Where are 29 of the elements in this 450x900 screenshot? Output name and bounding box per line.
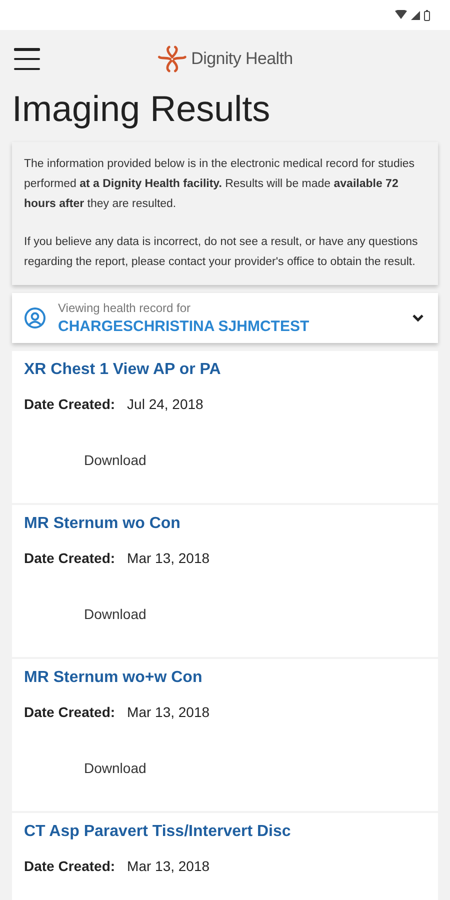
notice-paragraph: If you believe any data is incorrect, do not see a result, or have any questions regarding the report, please contact your provider's office to obtain the result. — [24, 235, 419, 270]
result-name[interactable]: MR Sternum wo+w Con — [24, 669, 426, 687]
date-value: Mar 13, 2018 — [127, 704, 210, 720]
date-value: Mar 13, 2018 — [127, 550, 210, 566]
result-name[interactable]: CT Asp Paravert Tiss/Intervert Disc — [24, 823, 426, 841]
page-title: Imaging Results — [12, 88, 272, 130]
record-selector[interactable]: Viewing health record for CHARGESCHRISTINA SJHMCTEST — [12, 293, 438, 343]
chevron-down-icon — [412, 314, 424, 322]
result-name[interactable]: MR Sternum wo Con — [24, 515, 426, 533]
selector-label: Viewing health record for — [58, 301, 192, 315]
date-label: Date Created: — [24, 396, 116, 412]
signal-icon — [411, 10, 420, 20]
menu-button[interactable] — [14, 48, 40, 70]
date-value: Jul 24, 2018 — [127, 396, 204, 412]
patient-name: CHARGESCHRISTINA SJHMCTEST — [58, 318, 310, 335]
download-button[interactable]: Download — [84, 452, 146, 468]
result-name[interactable]: XR Chest 1 View AP or PA — [24, 361, 426, 379]
battery-icon — [424, 10, 430, 20]
date-label: Date Created: — [24, 858, 116, 874]
user-icon — [24, 307, 46, 329]
notice-paragraph: The information provided below is in the electronic medical record for studies performed at a Dignity Health facility. Results will be made available 72 hours after they are resulted. — [24, 157, 416, 212]
logo-icon — [157, 45, 188, 73]
download-button[interactable]: Download — [84, 606, 146, 622]
date-label: Date Created: — [24, 704, 116, 720]
date-label: Date Created: — [24, 550, 116, 566]
wifi-icon — [395, 10, 407, 20]
download-button[interactable]: Download — [84, 760, 146, 776]
logo-text: Dignity Health — [191, 49, 293, 69]
date-value: Mar 13, 2018 — [127, 858, 210, 874]
